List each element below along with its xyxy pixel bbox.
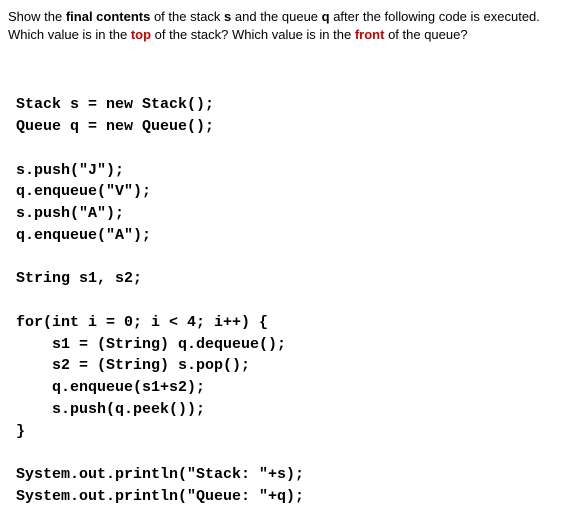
code-block: Stack s = new Stack(); Queue q = new Que…: [16, 94, 577, 507]
question-part3: and the queue: [231, 9, 321, 24]
question-text: Show the final contents of the stack s a…: [8, 8, 577, 44]
question-bold1: final contents: [66, 9, 151, 24]
question-red2: front: [355, 27, 385, 42]
question-part4: after the following code is executed.: [330, 9, 540, 24]
question-part1: Show the: [8, 9, 66, 24]
question-bold3: q: [322, 9, 330, 24]
question-part7: of the queue?: [384, 27, 467, 42]
question-part2: of the stack: [150, 9, 224, 24]
question-part5: Which value is in the: [8, 27, 131, 42]
question-part6: of the stack? Which value is in the: [151, 27, 355, 42]
question-red1: top: [131, 27, 151, 42]
